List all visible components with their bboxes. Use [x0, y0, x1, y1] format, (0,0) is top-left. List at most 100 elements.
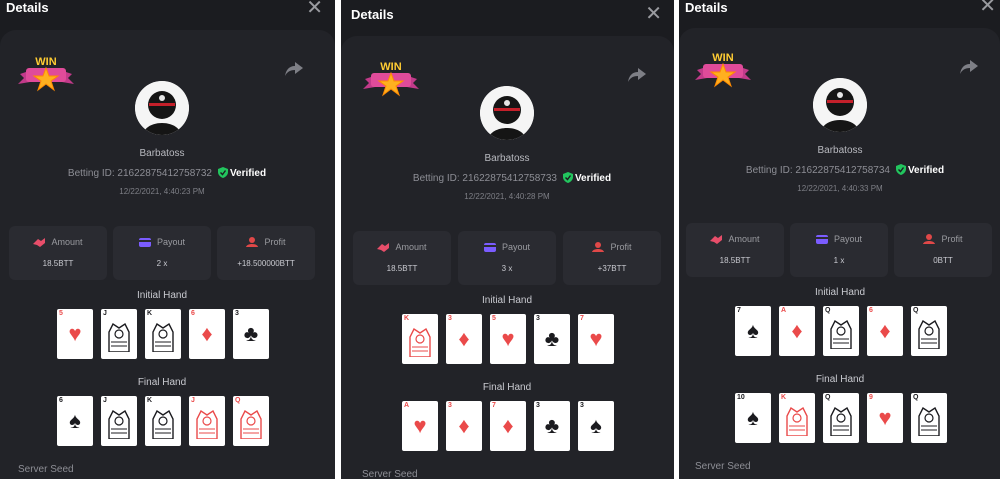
timestamp: 12/22/2021, 4:40:28 PM: [464, 192, 550, 201]
server-seed-label: Server Seed: [362, 469, 418, 479]
stat-profit: Profit 0BTT: [894, 223, 992, 277]
card-rank: 3: [536, 402, 540, 409]
playing-card: 6 ♦: [867, 306, 903, 356]
stat-label: Amount: [728, 234, 760, 244]
playing-card: K: [402, 314, 438, 364]
final-hand-title: Final Hand: [815, 374, 865, 385]
details-panel: Details ✕ WIN Barbatoss Betting ID: 2162…: [679, 0, 1000, 479]
card-rank: 6: [869, 307, 873, 314]
playing-card: 6 ♦: [189, 309, 225, 359]
card-rank: 6: [191, 310, 195, 317]
card-rank: 3: [536, 315, 540, 322]
close-button[interactable]: ✕: [306, 0, 323, 18]
verified-shield-icon: [217, 167, 228, 178]
face-card-art: [830, 319, 852, 349]
card-rank: 3: [235, 310, 239, 317]
card-rank: 10: [737, 394, 745, 401]
amount-icon: [710, 235, 723, 244]
playing-card: 3 ♣: [534, 401, 570, 451]
card-rank: 6: [59, 397, 63, 404]
svg-text:WIN: WIN: [35, 56, 56, 68]
betting-id-row: Betting ID: 216228754127587​33 Verified: [352, 172, 672, 184]
face-card-art: [918, 319, 940, 349]
card-rank: J: [103, 310, 107, 317]
card-suit: ♦: [458, 326, 470, 351]
verified-label: Verified: [574, 173, 612, 184]
stat-value: 18.5BTT: [719, 256, 751, 265]
share-icon[interactable]: [628, 68, 646, 82]
payout-icon: [138, 238, 151, 247]
stat-payout: Payout 3 x: [458, 231, 556, 285]
final-hand-title: Final Hand: [482, 382, 532, 393]
card-suit: ♦: [201, 321, 213, 346]
playing-card: 6 ♠: [57, 396, 93, 446]
card-suit: ♠: [590, 413, 602, 438]
playing-card: 10 ♠: [735, 393, 771, 443]
card-suit: ♠: [69, 408, 81, 433]
stat-amount: Amount 18.5BTT: [353, 231, 451, 285]
card-rank: 5: [59, 310, 63, 317]
amount-icon: [377, 243, 390, 252]
stat-label: Profit: [941, 234, 963, 244]
win-badge-icon: WIN: [363, 61, 419, 97]
face-card-art: [786, 406, 808, 436]
face-card-art: [196, 409, 218, 439]
svg-text:WIN: WIN: [712, 52, 733, 64]
card-suit: ♠: [747, 405, 759, 430]
amount-icon: [33, 238, 46, 247]
card-rank: K: [147, 397, 153, 404]
card-suit: ♥: [501, 326, 515, 351]
face-card-art: [409, 327, 431, 357]
face-card-art: [830, 406, 852, 436]
card-suit: ♣: [243, 321, 259, 346]
face-card-art: [108, 409, 130, 439]
initial-hand-title: Initial Hand: [814, 287, 866, 298]
share-icon[interactable]: [960, 60, 978, 74]
stat-profit: Profit +37BTT: [563, 231, 661, 285]
server-seed-label: Server Seed: [695, 461, 751, 472]
stat-amount: Amount 18.5BTT: [686, 223, 784, 277]
stat-label: Payout: [501, 242, 531, 252]
verified-label: Verified: [229, 168, 267, 179]
face-card-art: [240, 409, 262, 439]
playing-card: K: [145, 396, 181, 446]
face-card-art: [918, 406, 940, 436]
stat-payout: Payout 1 x: [790, 223, 888, 277]
stat-label: Payout: [833, 234, 863, 244]
card-suit: ♠: [747, 318, 759, 343]
username: Barbatoss: [139, 148, 185, 159]
avatar: [135, 81, 189, 135]
playing-card: 5 ♥: [57, 309, 93, 359]
playing-card: 7 ♥: [578, 314, 614, 364]
share-icon[interactable]: [285, 62, 303, 76]
face-card-art: [152, 409, 174, 439]
card-suit: ♦: [458, 413, 470, 438]
verified-label: Verified: [907, 165, 945, 176]
playing-card: 3 ♣: [233, 309, 269, 359]
server-seed-label: Server Seed: [18, 464, 74, 475]
card-rank: Q: [235, 397, 241, 404]
face-card-art: [108, 322, 130, 352]
card-suit: ♦: [791, 318, 803, 343]
stat-value: +18.500000BTT: [237, 259, 295, 268]
playing-card: Q: [911, 393, 947, 443]
stat-value: 0BTT: [933, 256, 953, 265]
playing-card: J: [101, 309, 137, 359]
playing-card: A ♦: [779, 306, 815, 356]
face-card-art: [152, 322, 174, 352]
stat-label: Payout: [156, 237, 186, 247]
card-suit: ♣: [544, 326, 560, 351]
svg-text:WIN: WIN: [380, 61, 401, 73]
close-button[interactable]: ✕: [979, 0, 996, 16]
playing-card: Q: [823, 306, 859, 356]
playing-card: 7 ♠: [735, 306, 771, 356]
username: Barbatoss: [817, 145, 863, 156]
card-rank: Q: [825, 394, 831, 401]
panel-title: Details: [351, 7, 394, 22]
close-button[interactable]: ✕: [645, 4, 662, 24]
avatar: [480, 86, 534, 140]
playing-card: K: [145, 309, 181, 359]
profit-icon: [246, 237, 259, 247]
card-rank: K: [404, 315, 410, 322]
payout-icon: [815, 235, 828, 244]
